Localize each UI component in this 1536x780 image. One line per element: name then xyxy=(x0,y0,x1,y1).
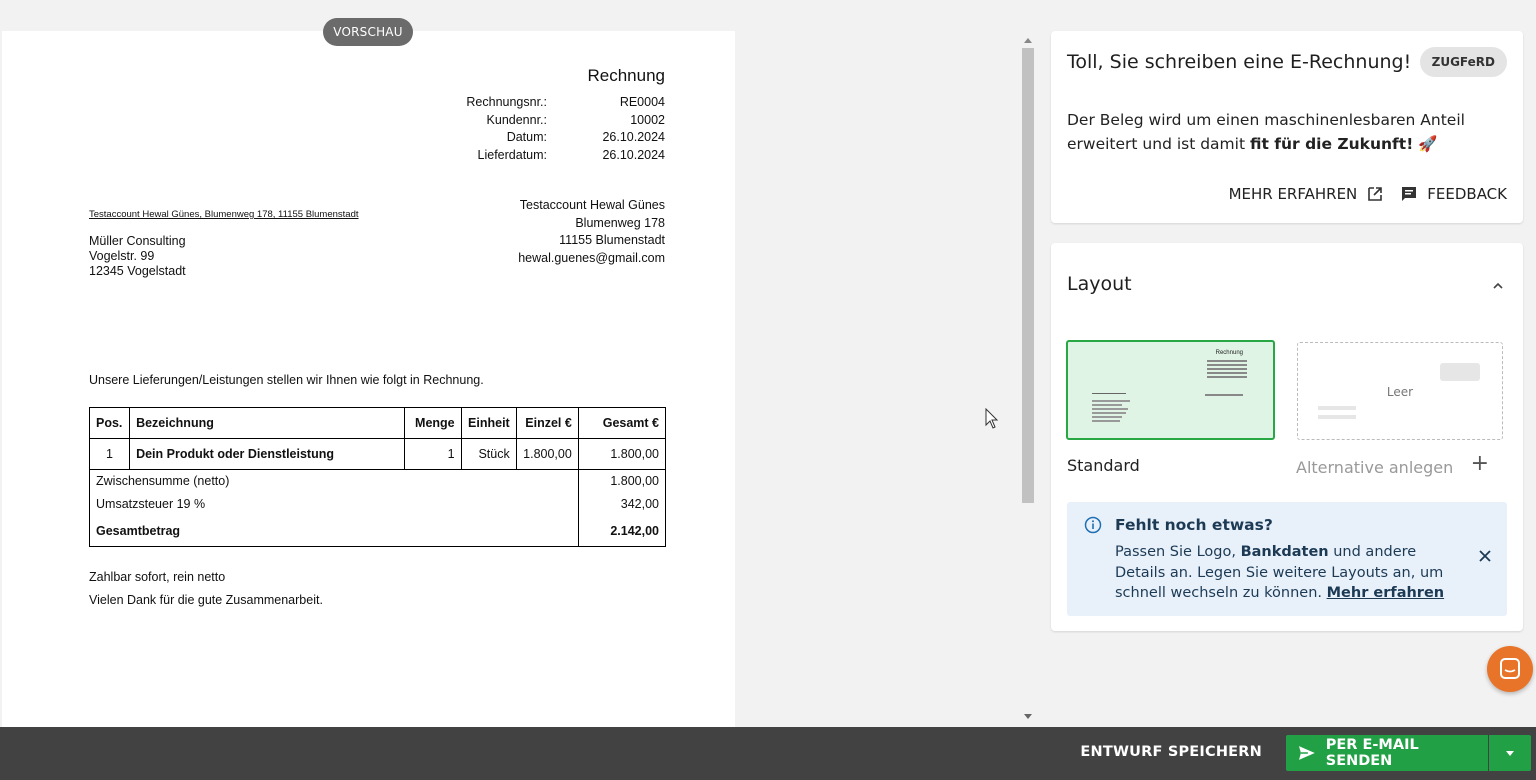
create-alternative-label[interactable]: Alternative anlegen xyxy=(1296,458,1453,477)
table-row: 1 Dein Produkt oder Dienstleistung 1 Stü… xyxy=(88,438,667,470)
chevron-up-icon[interactable] xyxy=(1491,279,1505,293)
column-header: Pos. xyxy=(88,407,131,439)
layout-standard-label: Standard xyxy=(1067,456,1140,475)
tax-label: Umsatzsteuer 19 % xyxy=(89,492,579,516)
zugferd-badge: ZUGFeRD xyxy=(1419,47,1507,77)
item-pos: 1 xyxy=(88,438,131,470)
invoice-title: Rechnung xyxy=(587,66,665,85)
placeholder-block xyxy=(1440,363,1480,381)
item-unit: Stück xyxy=(460,438,517,470)
learn-more-link[interactable]: Mehr erfahren xyxy=(1327,585,1445,601)
issuer-line: 11155 Blumenstadt xyxy=(559,233,665,247)
meta-label: Rechnungsnr.: xyxy=(466,95,547,109)
save-draft-button[interactable]: ENTWURF SPEICHERN xyxy=(1080,744,1262,760)
grand-total-label: Gesamtbetrag xyxy=(89,515,579,547)
placeholder-line xyxy=(1318,406,1356,410)
send-email-button[interactable]: PER E-MAIL SENDEN xyxy=(1286,735,1488,771)
tax-value: 342,00 xyxy=(577,492,667,516)
invoice-items-table: Pos. Bezeichnung Menge Einheit Einzel € … xyxy=(88,407,667,547)
more-info-link[interactable]: MEHR ERFAHREN xyxy=(1229,185,1384,203)
scroll-up-icon[interactable] xyxy=(1024,38,1032,43)
chat-icon xyxy=(1500,658,1520,679)
grand-total-row: Gesamtbetrag 2.142,00 xyxy=(89,515,667,547)
meta-label: Kundennr.: xyxy=(486,112,547,127)
layout-empty-thumbnail[interactable]: Leer xyxy=(1297,342,1503,440)
send-options-dropdown[interactable] xyxy=(1489,735,1531,771)
invoice-meta-values: RE0004 10002 26.10.2024 26.10.2024 xyxy=(602,94,665,164)
meta-label: Lieferdatum: xyxy=(477,147,547,162)
item-name: Dein Produkt oder Dienstleistung xyxy=(129,438,405,470)
placeholder-line xyxy=(1318,415,1356,419)
layout-standard-thumbnail[interactable]: Rechnung xyxy=(1066,340,1275,440)
column-header: Einzel € xyxy=(515,407,579,439)
empty-layout-label: Leer xyxy=(1386,385,1414,399)
item-total: 1.800,00 xyxy=(577,438,667,470)
subtotal-value: 1.800,00 xyxy=(577,469,667,493)
chat-support-button[interactable] xyxy=(1487,646,1533,692)
send-icon xyxy=(1298,746,1315,760)
scroll-thumb[interactable] xyxy=(1022,48,1034,503)
recipient-line: Müller Consulting xyxy=(89,234,186,248)
erechnung-title: Toll, Sie schreiben eine E-Rechnung! xyxy=(1067,51,1412,73)
external-link-icon xyxy=(1368,187,1383,201)
mouse-cursor-icon xyxy=(985,408,999,429)
closing-text: Vielen Dank für die gute Zusammenarbeit. xyxy=(89,593,323,607)
issuer-line: Blumenweg 178 xyxy=(575,215,665,230)
column-header: Menge xyxy=(403,407,462,439)
invoice-date: 26.10.2024 xyxy=(602,130,665,144)
tax-row: Umsatzsteuer 19 % 342,00 xyxy=(89,492,667,516)
more-info-label: MEHR ERFAHREN xyxy=(1228,185,1358,203)
issuer-line: hewal.guenes@gmail.com xyxy=(518,250,665,265)
invoice-intro-text: Unsere Lieferungen/Leistungen stellen wi… xyxy=(89,373,484,387)
info-text-part: Passen Sie Logo, xyxy=(1115,544,1241,560)
subtotal-row: Zwischensumme (netto) 1.800,00 xyxy=(89,469,667,493)
info-text-bold: Bankdaten xyxy=(1240,544,1329,560)
invoice-number: RE0004 xyxy=(619,95,665,109)
invoice-meta-labels: Rechnungsnr.: Kundennr.: Datum: Lieferda… xyxy=(466,94,547,164)
preview-badge: VORSCHAU xyxy=(323,18,413,46)
recipient-line: Vogelstr. 99 xyxy=(89,249,155,263)
erechnung-bold-text: fit für die Zukunft! xyxy=(1249,135,1414,153)
chevron-down-icon xyxy=(1506,751,1514,756)
column-header: Gesamt € xyxy=(577,407,667,439)
bottom-action-bar: ENTWURF SPEICHERN PER E-MAIL SENDEN xyxy=(0,727,1536,780)
rocket-icon: 🚀 xyxy=(1418,135,1438,153)
layout-card: Layout Rechnung Leer Standard Alternativ… xyxy=(1051,243,1523,631)
erechnung-actions: MEHR ERFAHREN FEEDBACK xyxy=(1229,185,1507,203)
preview-area: Rechnung Rechnungsnr.: Kundennr.: Datum:… xyxy=(0,0,1036,731)
missing-info-box: Fehlt noch etwas? Passen Sie Logo, Bankd… xyxy=(1067,502,1507,616)
issuer-address: Testaccount Hewal Günes Blumenweg 178 11… xyxy=(518,197,665,267)
close-icon[interactable] xyxy=(1477,548,1493,564)
thumbnail-title: Rechnung xyxy=(1215,350,1243,356)
sender-return-line: Testaccount Hewal Günes, Blumenweg 178, … xyxy=(89,209,359,220)
erechnung-card: Toll, Sie schreiben eine E-Rechnung! ZUG… xyxy=(1051,31,1523,223)
table-header-row: Pos. Bezeichnung Menge Einheit Einzel € … xyxy=(88,407,667,439)
issuer-line: Testaccount Hewal Günes xyxy=(519,198,665,212)
feedback-icon xyxy=(1402,187,1417,201)
customer-number: 10002 xyxy=(630,112,665,127)
column-header: Einheit xyxy=(460,407,517,439)
layout-title: Layout xyxy=(1067,273,1132,295)
info-text: Passen Sie Logo, Bankdaten und andere De… xyxy=(1115,542,1465,604)
add-layout-icon[interactable]: + xyxy=(1471,453,1489,475)
feedback-label: FEEDBACK xyxy=(1427,185,1507,203)
subtotal-label: Zwischensumme (netto) xyxy=(89,469,579,493)
invoice-preview-page: Rechnung Rechnungsnr.: Kundennr.: Datum:… xyxy=(2,31,735,731)
item-qty: 1 xyxy=(403,438,462,470)
erechnung-description: Der Beleg wird um einen maschinenlesbare… xyxy=(1067,108,1467,156)
grand-total-value: 2.142,00 xyxy=(577,515,667,547)
preview-scrollbar[interactable] xyxy=(1019,34,1037,727)
recipient-line: 12345 Vogelstadt xyxy=(89,264,186,278)
send-email-label: PER E-MAIL SENDEN xyxy=(1325,737,1419,769)
info-icon xyxy=(1084,516,1102,534)
recipient-address: Müller Consulting Vogelstr. 99 12345 Vog… xyxy=(89,234,186,279)
payment-terms: Zahlbar sofort, rein netto xyxy=(89,570,226,584)
column-header: Bezeichnung xyxy=(129,407,405,439)
item-price: 1.800,00 xyxy=(515,438,579,470)
info-title: Fehlt noch etwas? xyxy=(1115,516,1273,534)
delivery-date: 26.10.2024 xyxy=(602,147,665,162)
scroll-down-icon[interactable] xyxy=(1024,714,1032,719)
meta-label: Datum: xyxy=(506,130,547,144)
feedback-button[interactable]: FEEDBACK xyxy=(1401,185,1507,203)
